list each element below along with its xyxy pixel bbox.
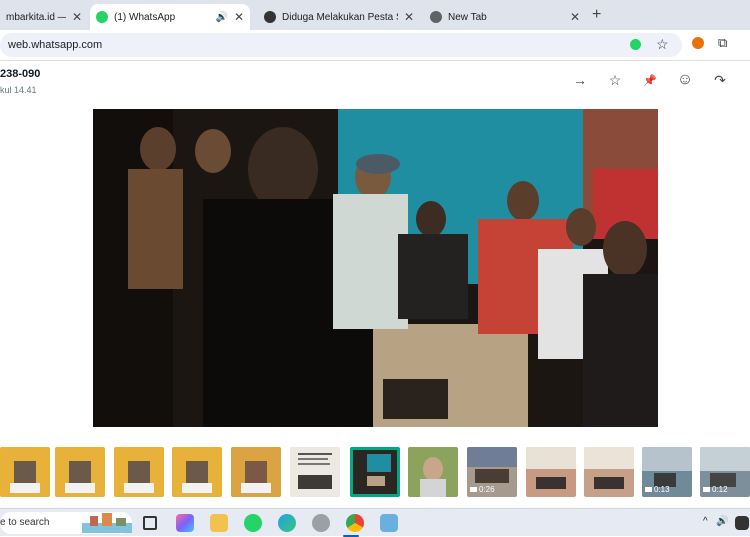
tab-label: (1) WhatsApp [114, 11, 176, 23]
video-camera-icon [703, 487, 710, 492]
thumbnail-image[interactable] [526, 447, 576, 497]
thumbnail-image[interactable] [0, 447, 50, 497]
tab-label: mbarkita.id — Wo [6, 11, 66, 23]
tab-label: New Tab [448, 11, 487, 23]
thumbnail-image[interactable] [408, 447, 458, 497]
address-bar[interactable]: web.whatsapp.com ☆ [0, 33, 682, 57]
whatsapp-desktop-icon[interactable] [312, 514, 330, 532]
thumbnail-image[interactable] [172, 447, 222, 497]
site-icon [264, 11, 276, 23]
extension-icon[interactable] [692, 37, 704, 49]
video-duration: 0:12 [703, 485, 728, 494]
edge-icon[interactable] [278, 514, 296, 532]
thumbnail-image[interactable] [231, 447, 281, 497]
search-highlight-image [82, 513, 132, 533]
whatsapp-icon [96, 11, 108, 23]
thumbnail-video[interactable]: 0:12 [700, 447, 750, 497]
thumbnail-content [584, 447, 634, 489]
new-tab-button[interactable]: + [592, 6, 601, 24]
video-camera-icon [470, 487, 477, 492]
chrome-icon[interactable] [346, 514, 364, 532]
close-icon[interactable]: ✕ [72, 10, 82, 24]
whatsapp-icon[interactable] [630, 39, 641, 50]
audio-icon[interactable]: 🔊 [215, 12, 227, 23]
thumbnail-video[interactable]: 0:13 [642, 447, 692, 497]
duration-label: 0:12 [712, 485, 728, 494]
video-duration: 0:26 [470, 485, 495, 494]
thumbnail-image[interactable] [55, 447, 105, 497]
media-thumbnail-strip: 0:26 0:13 0:12 [0, 444, 750, 500]
duration-label: 0:26 [479, 485, 495, 494]
url-text: web.whatsapp.com [8, 39, 103, 51]
thumbnail-document[interactable] [290, 447, 340, 497]
tab-mbarkita[interactable]: mbarkita.id — Wo ✕ [0, 4, 88, 30]
extensions-puzzle-icon[interactable]: ⧉ [718, 35, 727, 51]
photo-scene [93, 109, 658, 427]
duration-label: 0:13 [654, 485, 670, 494]
share-icon[interactable]: ↷ [711, 71, 729, 89]
thumbnail-content [367, 454, 391, 486]
contact-name: 238-090 [0, 68, 41, 80]
thumbnail-content [182, 461, 212, 493]
tab-new-tab[interactable]: New Tab ✕ [424, 4, 586, 30]
browser-tabstrip: mbarkita.id — Wo ✕ (1) WhatsApp 🔊 ✕ Didu… [0, 0, 750, 30]
media-photo [93, 109, 658, 427]
close-icon[interactable]: ✕ [404, 10, 414, 24]
thumbnail-content [10, 461, 40, 493]
app-icon[interactable] [380, 514, 398, 532]
media-viewer-header: 238-090 kul 14.41 → ☆ 📌 ☺ ↷ [0, 61, 750, 107]
file-explorer-icon[interactable] [210, 514, 228, 532]
thumbnail-content [526, 447, 576, 489]
tray-chevron-icon[interactable]: ^ [703, 516, 708, 527]
thumbnail-content [420, 457, 446, 497]
video-duration: 0:13 [645, 485, 670, 494]
copilot-icon[interactable] [176, 514, 194, 532]
chrome-icon [430, 11, 442, 23]
thumbnail-content [124, 461, 154, 493]
volume-icon[interactable]: 🔊 [716, 516, 728, 527]
notification-icon[interactable] [735, 516, 749, 530]
thumbnail-image[interactable] [584, 447, 634, 497]
thumbnail-content [241, 461, 271, 493]
thumbnail-content [65, 461, 95, 493]
tab-diduga[interactable]: Diduga Melakukan Pesta Sabu - ✕ [258, 4, 420, 30]
tab-label: Diduga Melakukan Pesta Sabu - [282, 11, 398, 23]
task-view-icon[interactable] [143, 516, 157, 530]
star-icon[interactable]: ☆ [606, 71, 624, 89]
search-placeholder: e to search [0, 517, 50, 528]
thumbnail-video[interactable]: 0:26 [467, 447, 517, 497]
pin-icon[interactable]: 📌 [641, 71, 659, 89]
thumbnail-content [298, 453, 332, 489]
thumbnail-image[interactable] [114, 447, 164, 497]
thumbnail-video-selected[interactable] [350, 447, 400, 497]
forward-icon[interactable]: → [571, 71, 589, 89]
video-camera-icon [645, 487, 652, 492]
close-icon[interactable]: ✕ [570, 10, 580, 24]
tab-whatsapp[interactable]: (1) WhatsApp 🔊 ✕ [90, 4, 250, 30]
bookmark-star-icon[interactable]: ☆ [656, 36, 669, 53]
emoji-icon[interactable]: ☺ [676, 71, 694, 89]
message-time: kul 14.41 [0, 85, 37, 95]
browser-toolbar: web.whatsapp.com ☆ [0, 30, 750, 60]
windows-taskbar: e to search ^ 🔊 [0, 508, 750, 537]
whatsapp-icon[interactable] [244, 514, 262, 532]
close-icon[interactable]: ✕ [234, 10, 244, 24]
